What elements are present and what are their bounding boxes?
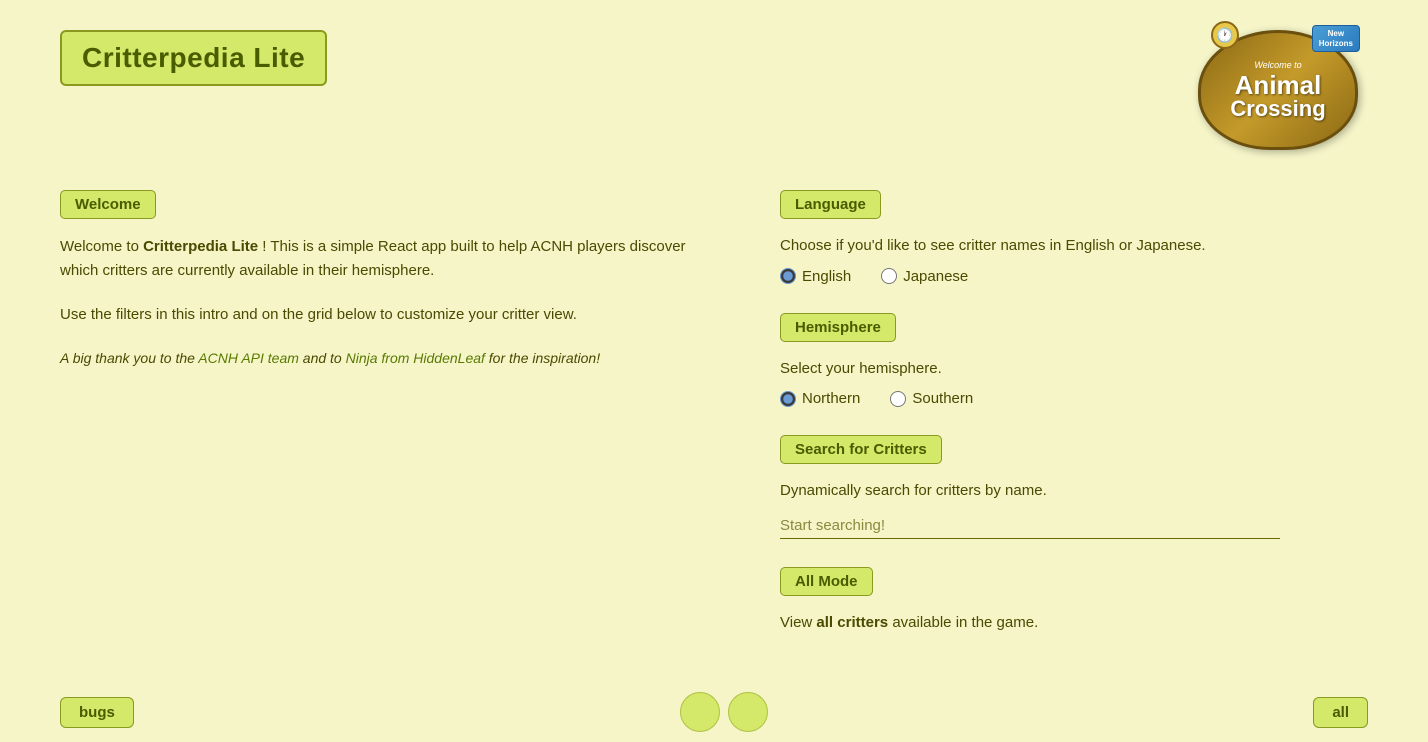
search-badge: Search for Critters xyxy=(780,435,942,464)
logo-crossing-text: Crossing xyxy=(1230,98,1325,120)
thank-you-mid: and to xyxy=(299,350,346,366)
bottom-bar: bugs all xyxy=(0,682,1428,742)
bottom-circles xyxy=(680,692,768,732)
language-japanese-label: Japanese xyxy=(903,268,968,285)
circle-deco-1 xyxy=(680,692,720,732)
logo-container: NewHorizons 🕐 Welcome to Animal Crossing xyxy=(1198,30,1368,160)
language-badge: Language xyxy=(780,190,881,219)
thank-you-text: A big thank you to the ACNH API team and… xyxy=(60,350,600,366)
all-button[interactable]: all xyxy=(1313,697,1368,728)
thank-you-paragraph: A big thank you to the ACNH API team and… xyxy=(60,347,700,369)
ninja-link: Ninja from HiddenLeaf xyxy=(346,350,485,366)
right-panel: Language Choose if you'd like to see cri… xyxy=(780,190,1280,662)
welcome-paragraph2: Use the filters in this intro and on the… xyxy=(60,303,700,327)
app-title-box: Critterpedia Lite xyxy=(60,30,327,86)
all-mode-description: View all critters available in the game. xyxy=(780,612,1280,635)
all-mode-section: All Mode View all critters available in … xyxy=(780,567,1280,635)
all-mode-text-bold: all critters xyxy=(816,614,888,631)
clock-icon: 🕐 xyxy=(1211,21,1239,49)
hemisphere-southern-label: Southern xyxy=(912,390,973,407)
language-english-radio[interactable] xyxy=(780,268,796,284)
thank-you-prefix: A big thank you to the xyxy=(60,350,198,366)
logo-welcome-text: Welcome to xyxy=(1254,60,1301,70)
search-section: Search for Critters Dynamically search f… xyxy=(780,435,1280,539)
search-input[interactable] xyxy=(780,513,1280,539)
logo-badge: NewHorizons xyxy=(1312,25,1360,52)
bugs-button[interactable]: bugs xyxy=(60,697,134,728)
page-container: Critterpedia Lite NewHorizons 🕐 Welcome … xyxy=(0,0,1428,742)
hemisphere-northern-label: Northern xyxy=(802,390,860,407)
language-description: Choose if you'd like to see critter name… xyxy=(780,235,1280,258)
hemisphere-southern-option[interactable]: Southern xyxy=(890,390,973,407)
language-japanese-radio[interactable] xyxy=(881,268,897,284)
left-panel: Welcome Welcome to Critterpedia Lite ! T… xyxy=(60,190,700,662)
hemisphere-section: Hemisphere Select your hemisphere. North… xyxy=(780,313,1280,408)
app-title: Critterpedia Lite xyxy=(82,42,305,74)
welcome-text-bold: Critterpedia Lite xyxy=(143,238,258,255)
language-section: Language Choose if you'd like to see cri… xyxy=(780,190,1280,285)
hemisphere-description: Select your hemisphere. xyxy=(780,358,1280,381)
circle-deco-2 xyxy=(728,692,768,732)
language-english-label: English xyxy=(802,268,851,285)
language-english-option[interactable]: English xyxy=(780,268,851,285)
hemisphere-northern-option[interactable]: Northern xyxy=(780,390,860,407)
welcome-badge: Welcome xyxy=(60,190,156,219)
header: Critterpedia Lite NewHorizons 🕐 Welcome … xyxy=(60,30,1368,160)
main-content: Welcome Welcome to Critterpedia Lite ! T… xyxy=(60,190,1368,662)
hemisphere-badge: Hemisphere xyxy=(780,313,896,342)
logo-background: NewHorizons 🕐 Welcome to Animal Crossing xyxy=(1198,30,1358,150)
hemisphere-southern-radio[interactable] xyxy=(890,391,906,407)
logo-animal-text: Animal xyxy=(1235,72,1322,98)
hemisphere-radio-group: Northern Southern xyxy=(780,390,1280,407)
search-description: Dynamically search for critters by name. xyxy=(780,480,1280,503)
hemisphere-northern-radio[interactable] xyxy=(780,391,796,407)
acnh-api-link: ACNH API team xyxy=(198,350,299,366)
welcome-text-intro: Welcome to xyxy=(60,238,143,255)
thank-you-suffix: for the inspiration! xyxy=(485,350,600,366)
welcome-paragraph1: Welcome to Critterpedia Lite ! This is a… xyxy=(60,235,700,283)
language-radio-group: English Japanese xyxy=(780,268,1280,285)
all-mode-badge: All Mode xyxy=(780,567,873,596)
all-mode-text-rest: available in the game. xyxy=(892,614,1038,631)
language-japanese-option[interactable]: Japanese xyxy=(881,268,968,285)
all-mode-text-prefix: View xyxy=(780,614,816,631)
